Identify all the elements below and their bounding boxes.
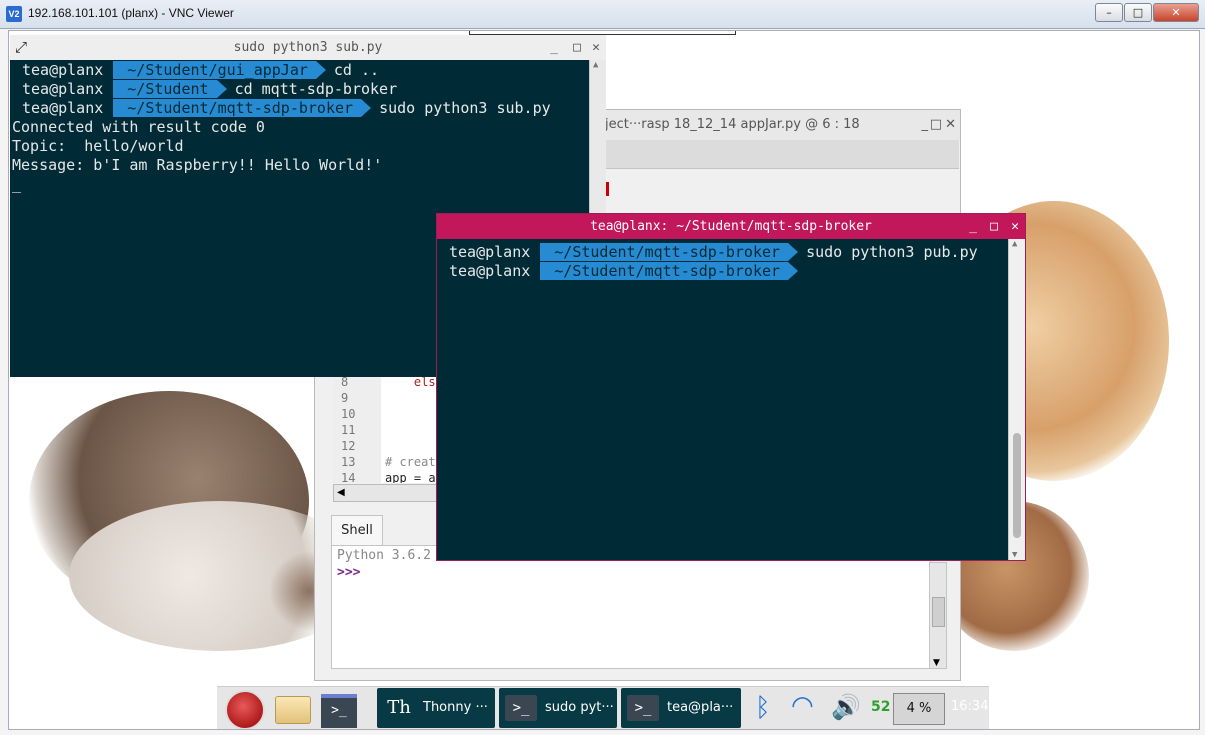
- prompt-user: tea@planx: [10, 80, 114, 98]
- terminal-app-icon: >_: [505, 695, 537, 721]
- shell-panel[interactable]: Python 3.6.2 >>>: [331, 545, 931, 669]
- vnc-close-button[interactable]: ✕: [1153, 3, 1199, 22]
- scroll-down-icon[interactable]: ▼: [933, 658, 940, 668]
- prompt-user: tea@planx: [10, 99, 114, 117]
- shell-version-text: Python 3.6.2: [337, 548, 431, 563]
- terminal-pub-title: tea@planx: ~/Student/mqtt-sdp-broker: [590, 219, 872, 234]
- line-number-gutter: 8 9 10 11 12 13 14: [333, 375, 381, 485]
- terminal-pub-scroll-thumb[interactable]: [1013, 433, 1021, 538]
- prompt-user: tea@planx: [437, 262, 541, 280]
- task-tea-planx[interactable]: >_ tea@pla···: [621, 688, 741, 728]
- prompt-path: ~/Student/gui_appJar: [113, 61, 316, 79]
- output-line: Message: b'I am Raspberry!! Hello World!…: [12, 156, 383, 174]
- shell-scroll-thumb[interactable]: [932, 597, 945, 627]
- line-number: 10: [341, 407, 356, 421]
- vnc-maximize-button[interactable]: □: [1124, 3, 1152, 22]
- scroll-up-icon[interactable]: ▲: [1012, 239, 1017, 249]
- line-number: 13: [341, 455, 356, 469]
- terminal-launcher-icon[interactable]: >_: [321, 694, 357, 728]
- prompt-line: tea@planx ~/Student/mqtt-sdp-broker sudo p…: [437, 243, 978, 262]
- prompt-arrow-icon: [788, 243, 799, 261]
- shell-tab[interactable]: Shell: [331, 515, 383, 546]
- output-line: Connected with result code 0: [12, 118, 265, 136]
- output-line: Topic: hello/world: [12, 137, 184, 155]
- terminal-app-icon: >_: [627, 695, 659, 721]
- scroll-up-icon[interactable]: ▲: [593, 60, 598, 70]
- prompt-line: tea@planx ~/Student/mqtt-sdp-broker: [437, 262, 806, 281]
- editor-horizontal-scrollbar[interactable]: ◀: [333, 484, 445, 502]
- volume-level: 52: [871, 699, 891, 715]
- task-label: tea@pla···: [667, 700, 734, 715]
- resize-icon[interactable]: ⤢: [15, 35, 27, 60]
- hidden-window-edge: [469, 31, 736, 35]
- prompt-arrow-icon: [216, 80, 227, 98]
- terminal-sub-minimize-button[interactable]: _: [550, 35, 558, 60]
- prompt-arrow-icon: [361, 99, 372, 117]
- vnc-minimize-button[interactable]: –: [1095, 3, 1123, 22]
- prompt-line: tea@planx ~/Student/mqtt-sdp-broker sudo p…: [10, 99, 551, 118]
- line-number: 14: [341, 471, 356, 485]
- prompt-user: tea@planx: [437, 243, 541, 261]
- task-thonny[interactable]: Th Thonny ···: [377, 688, 495, 728]
- vnc-window-title: 192.168.101.101 (planx) - VNC Viewer: [28, 6, 234, 20]
- shell-prompt: >>>: [337, 565, 361, 580]
- vnc-title-bar[interactable]: V2 192.168.101.101 (planx) - VNC Viewer …: [0, 0, 1205, 29]
- task-label: sudo pyt···: [545, 700, 614, 715]
- prompt-path: ~/Student: [113, 80, 217, 98]
- code-editor[interactable]: els # creat app = a: [381, 375, 441, 483]
- thonny-maximize-button[interactable]: □: [930, 110, 942, 140]
- code-line: els: [385, 375, 436, 389]
- prompt-command: [798, 262, 806, 280]
- remote-desktop[interactable]: ject···rasp 18_12_14 appJar.py @ 6 : 18 …: [8, 30, 1200, 730]
- volume-icon[interactable]: 🔊: [831, 693, 861, 721]
- terminal-window-pub[interactable]: tea@planx: ~/Student/mqtt-sdp-broker _ □…: [436, 213, 1026, 561]
- wifi-icon[interactable]: ◠: [791, 691, 814, 721]
- line-number: 8: [341, 375, 349, 389]
- prompt-command: cd ..: [333, 61, 380, 79]
- terminal-sub-maximize-button[interactable]: □: [573, 35, 581, 60]
- scroll-left-icon[interactable]: ◀: [337, 485, 345, 501]
- terminal-cursor: _: [12, 175, 22, 193]
- prompt-command: cd mqtt-sdp-broker: [234, 80, 398, 98]
- thonny-close-button[interactable]: ✕: [945, 110, 956, 140]
- terminal-pub-minimize-button[interactable]: _: [969, 214, 977, 239]
- thonny-minimize-button[interactable]: _: [922, 110, 929, 140]
- prompt-path: ~/Student/mqtt-sdp-broker: [540, 262, 789, 280]
- prompt-command: sudo python3 pub.py: [806, 243, 978, 261]
- terminal-sub-title: sudo python3 sub.py: [233, 40, 383, 55]
- task-sudo-python[interactable]: >_ sudo pyt···: [499, 688, 617, 728]
- prompt-arrow-icon: [788, 262, 799, 280]
- vnc-icon: V2: [6, 6, 22, 22]
- code-line: # creat: [385, 455, 436, 469]
- line-number: 11: [341, 423, 356, 437]
- terminal-pub-maximize-button[interactable]: □: [990, 214, 998, 239]
- terminal-pub-scrollbar[interactable]: ▲ ▼: [1008, 239, 1025, 560]
- terminal-sub-close-button[interactable]: ✕: [592, 35, 600, 60]
- task-label: Thonny ···: [423, 700, 488, 715]
- line-number: 12: [341, 439, 356, 453]
- prompt-user: tea@planx: [10, 61, 114, 79]
- file-manager-icon[interactable]: [275, 696, 311, 724]
- taskbar: >_ Th Thonny ··· >_ sudo pyt··· >_ tea@p…: [217, 686, 989, 729]
- bluetooth-icon[interactable]: ᛒ: [755, 693, 771, 723]
- cpu-monitor[interactable]: 4 %: [893, 693, 945, 725]
- line-number: 9: [341, 391, 349, 405]
- terminal-pub-close-button[interactable]: ✕: [1011, 214, 1019, 239]
- clock[interactable]: 16:34: [951, 699, 988, 714]
- raspberry-menu-icon[interactable]: [225, 690, 265, 729]
- prompt-line: tea@planx ~/Student/gui_appJar cd ..: [10, 61, 379, 80]
- terminal-pub-title-bar[interactable]: tea@planx: ~/Student/mqtt-sdp-broker _ □…: [437, 214, 1025, 239]
- prompt-path: ~/Student/mqtt-sdp-broker: [540, 243, 789, 261]
- prompt-arrow-icon: [315, 61, 326, 79]
- scroll-down-icon[interactable]: ▼: [1012, 550, 1017, 560]
- prompt-command: sudo python3 sub.py: [379, 99, 551, 117]
- code-line: app = a: [385, 471, 436, 483]
- prompt-path: ~/Student/mqtt-sdp-broker: [113, 99, 362, 117]
- prompt-line: tea@planx ~/Student cd mqtt-sdp-broker: [10, 80, 397, 99]
- terminal-sub-title-bar[interactable]: sudo python3 sub.py ⤢ _ □ ✕: [10, 35, 606, 60]
- thonny-title: ject···rasp 18_12_14 appJar.py @ 6 : 18: [605, 117, 860, 132]
- thonny-app-icon: Th: [387, 697, 411, 718]
- shell-vertical-scrollbar[interactable]: ▼: [929, 562, 947, 669]
